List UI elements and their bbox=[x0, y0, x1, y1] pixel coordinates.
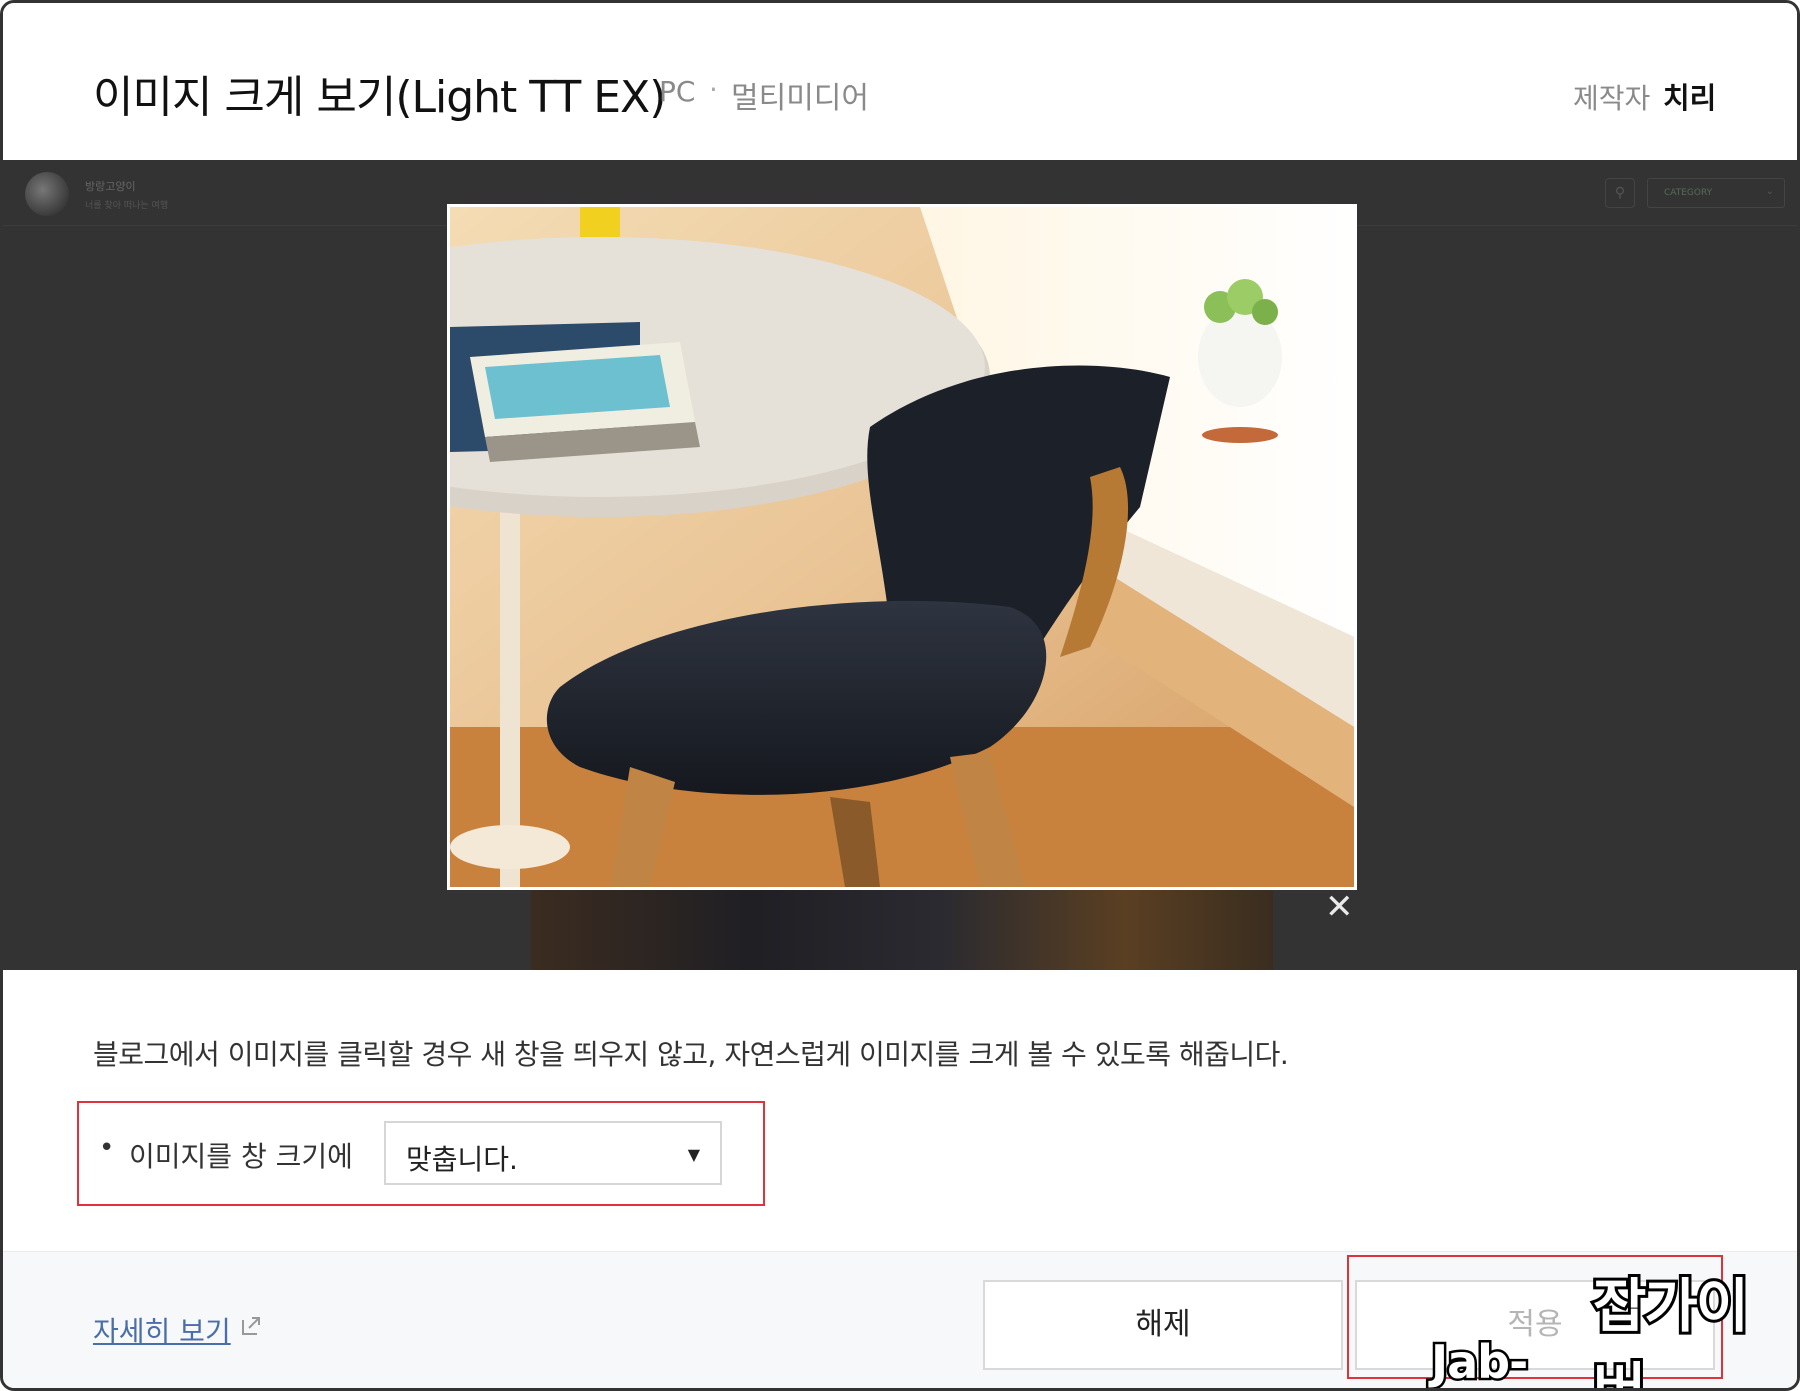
chair-table-illustration bbox=[450, 207, 1354, 887]
search-icon: ⚲ bbox=[1605, 178, 1635, 208]
category-label: 멀티미디어 bbox=[731, 81, 869, 116]
plugin-description: 블로그에서 이미지를 클릭할 경우 새 창을 띄우지 않고, 자연스럽게 이미지… bbox=[93, 1038, 1289, 1071]
release-button[interactable]: 해제 bbox=[983, 1280, 1343, 1370]
category-select-label: CATEGORY bbox=[1664, 188, 1713, 198]
dialog-header: 이미지 크게 보기(Light TT EX) PC · 멀티미디어 제작자 치리 bbox=[3, 3, 1797, 160]
watermark-url: Jab-guyver.co.kr bbox=[1429, 1333, 1743, 1389]
plugin-dialog: 이미지 크게 보기(Light TT EX) PC · 멀티미디어 제작자 치리… bbox=[0, 0, 1800, 1391]
background-photo-strip bbox=[531, 890, 1273, 970]
external-link-icon bbox=[242, 1317, 260, 1335]
fit-option-select[interactable]: 맞춥니다. ▼ bbox=[384, 1121, 722, 1185]
preview-area: 방랑고양이 너를 찾아 떠나는 여행 ⚲ CATEGORY ⌄ ✕ bbox=[3, 160, 1797, 970]
platform-label: PC bbox=[659, 75, 696, 108]
maker-label: 제작자 bbox=[1573, 82, 1651, 115]
fit-option-label: 이미지를 창 크기에 bbox=[129, 1140, 353, 1173]
maker-name: 치리 bbox=[1663, 81, 1717, 115]
close-icon[interactable]: ✕ bbox=[1325, 890, 1354, 924]
fit-option-value: 맞춥니다. bbox=[406, 1143, 518, 1176]
enlarged-photo bbox=[447, 204, 1357, 890]
chevron-down-icon: ⌄ bbox=[1765, 186, 1774, 197]
blog-name: 방랑고양이 bbox=[85, 180, 136, 193]
detail-link[interactable]: 자세히 보기 bbox=[93, 1310, 231, 1350]
category-select: CATEGORY ⌄ bbox=[1647, 178, 1785, 208]
fit-option-row: • 이미지를 창 크기에 맞춥니다. ▼ bbox=[77, 1101, 765, 1206]
separator-dot: · bbox=[709, 73, 718, 106]
caret-down-icon: ▼ bbox=[687, 1145, 700, 1164]
plugin-title: 이미지 크게 보기(Light TT EX) bbox=[93, 72, 666, 123]
bullet: • bbox=[99, 1133, 115, 1163]
blog-subtitle: 너를 찾아 떠나는 여행 bbox=[85, 201, 169, 211]
blog-avatar bbox=[25, 172, 69, 216]
